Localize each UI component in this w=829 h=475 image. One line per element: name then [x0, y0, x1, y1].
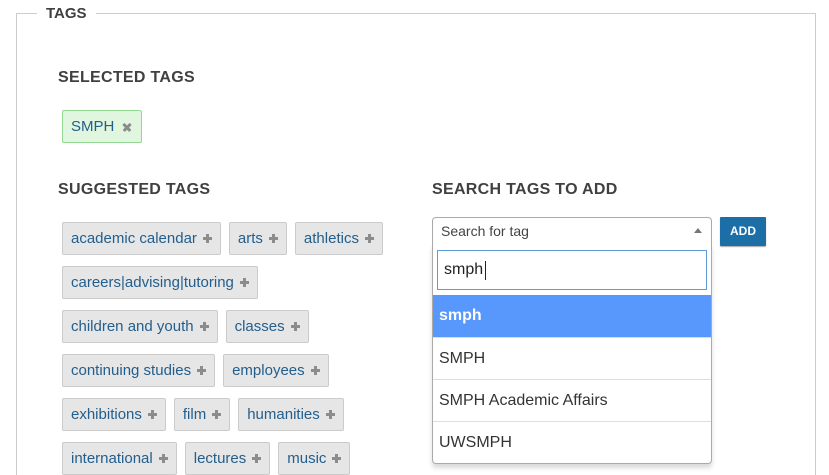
suggested-tag-exhibitions[interactable]: exhibitions [62, 398, 166, 431]
suggested-tag-label: academic calendar [71, 230, 197, 247]
suggested-tag-children-and-youth[interactable]: children and youth [62, 310, 218, 343]
tag-search-input[interactable]: smph [437, 250, 707, 290]
suggested-tag-label: film [182, 406, 207, 423]
tag-dropdown: smph smph SMPH SMPH Academic Affairs UWS… [432, 244, 712, 464]
tag-option[interactable]: SMPH [433, 337, 711, 379]
fieldset-legend: TAGS [37, 5, 96, 23]
suggested-tags-heading: SUGGESTED TAGS [58, 181, 211, 198]
arrow-up-icon [694, 228, 702, 233]
suggested-tags-row: international lectures music [62, 442, 412, 475]
plus-icon [364, 234, 374, 243]
suggested-tag-lectures[interactable]: lectures [184, 442, 271, 475]
search-tags-heading: SEARCH TAGS TO ADD [432, 181, 618, 198]
plus-icon [310, 366, 320, 375]
tag-option[interactable]: SMPH Academic Affairs [433, 379, 711, 421]
selected-tags-heading: SELECTED TAGS [58, 69, 195, 86]
suggested-tag-label: classes [234, 318, 285, 335]
plus-icon [147, 410, 157, 419]
tags-editor: TAGS SELECTED TAGS SMPH SUGGESTED TAGS a… [0, 0, 829, 475]
suggested-tags-row: academic calendar arts athletics [62, 222, 412, 255]
suggested-tags-row: children and youth classes [62, 310, 412, 343]
suggested-tag-athletics[interactable]: athletics [294, 222, 383, 255]
suggested-tag-international[interactable]: international [62, 442, 177, 475]
selected-tag-smph: SMPH [62, 110, 143, 143]
plus-icon [202, 234, 212, 243]
close-icon[interactable] [122, 122, 132, 132]
suggested-tag-classes[interactable]: classes [225, 310, 309, 343]
suggested-tag-film[interactable]: film [173, 398, 231, 431]
suggested-tag-academic-calendar[interactable]: academic calendar [62, 222, 221, 255]
suggested-tags-list: academic calendar arts athletics careers… [62, 222, 412, 475]
suggested-tag-music[interactable]: music [278, 442, 351, 475]
suggested-tag-careers-advising-tutoring[interactable]: careers|advising|tutoring [62, 266, 258, 299]
suggested-tag-label: arts [237, 230, 263, 247]
suggested-tag-arts[interactable]: arts [228, 222, 287, 255]
suggested-tag-label: children and youth [71, 318, 194, 335]
suggested-tag-employees[interactable]: employees [223, 354, 329, 387]
suggested-tag-label: music [287, 450, 327, 467]
plus-icon [199, 322, 209, 331]
suggested-tags-row: careers|advising|tutoring [62, 266, 412, 299]
suggested-tag-label: international [71, 450, 153, 467]
tag-search-query: smph [444, 261, 484, 278]
suggested-tag-continuing-studies[interactable]: continuing studies [62, 354, 216, 387]
suggested-tag-label: employees [232, 362, 305, 379]
suggested-tags-row: continuing studies employees [62, 354, 412, 387]
plus-icon [252, 454, 262, 463]
suggested-tag-label: lectures [193, 450, 247, 467]
plus-icon [290, 322, 300, 331]
tag-select-placeholder: Search for tag [441, 223, 529, 239]
plus-icon [332, 454, 342, 463]
suggested-tag-label: athletics [303, 230, 359, 247]
suggested-tag-label: humanities [247, 406, 320, 423]
plus-icon [212, 410, 222, 419]
tag-options-list: smph SMPH SMPH Academic Affairs UWSMPH [433, 295, 711, 463]
plus-icon [239, 278, 249, 287]
text-caret [485, 260, 487, 280]
suggested-tag-label: exhibitions [71, 406, 142, 423]
suggested-tag-label: continuing studies [71, 362, 192, 379]
tag-select[interactable]: Search for tag [432, 217, 712, 245]
suggested-tag-label: careers|advising|tutoring [71, 274, 234, 291]
tag-option[interactable]: smph [433, 295, 711, 337]
add-tag-button[interactable]: ADD [720, 217, 766, 246]
plus-icon [268, 234, 278, 243]
suggested-tag-humanities[interactable]: humanities [238, 398, 344, 431]
plus-icon [325, 410, 335, 419]
plus-icon [197, 366, 207, 375]
tag-option[interactable]: UWSMPH [433, 421, 711, 463]
suggested-tags-row: exhibitions film humanities [62, 398, 412, 431]
selected-tag-label: SMPH [71, 118, 115, 135]
plus-icon [158, 454, 168, 463]
